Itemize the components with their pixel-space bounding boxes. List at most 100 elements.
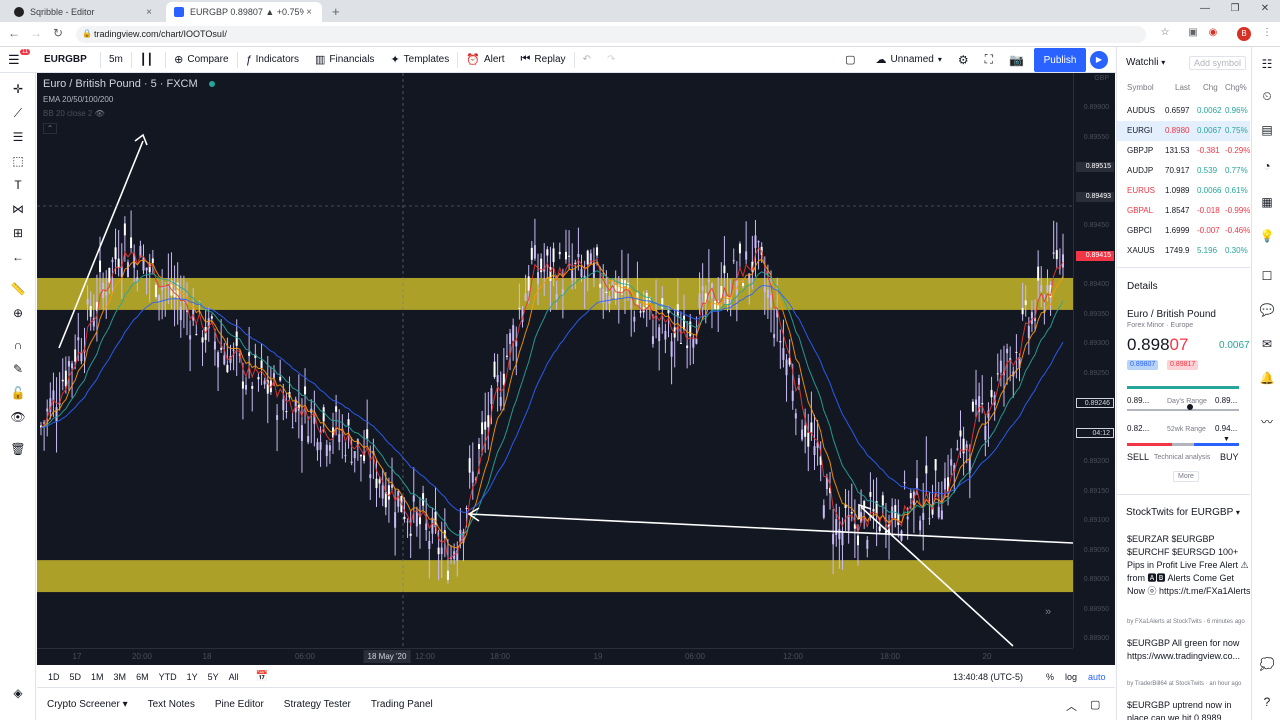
- help-icon[interactable]: ?: [1258, 693, 1276, 711]
- range-button-3m[interactable]: 3M: [109, 672, 132, 682]
- magnet-icon[interactable]: ∩: [8, 335, 28, 355]
- watchlist-row[interactable]: GBPJP 131.53 -0.381 -0.29%: [1117, 141, 1250, 161]
- profile-avatar[interactable]: B: [1237, 27, 1251, 41]
- details-title[interactable]: Details: [1127, 281, 1158, 292]
- main-menu-button[interactable]: ☰ 11: [0, 47, 36, 73]
- interval-button[interactable]: 5m: [101, 47, 131, 73]
- watchlist-row[interactable]: XAUUS 1749.9 5.196 0.30%: [1117, 241, 1250, 261]
- new-tab-button[interactable]: +: [332, 4, 340, 19]
- panel-tab-strategy-tester[interactable]: Strategy Tester: [274, 699, 361, 710]
- watchlist-row[interactable]: GBPAL 1.8547 -0.018 -0.99%: [1117, 201, 1250, 221]
- crosshair-icon[interactable]: ✛: [8, 79, 28, 99]
- ideas-lightbulb-icon[interactable]: 💡: [1258, 227, 1276, 245]
- url-field[interactable]: 🔒 tradingview.com/chart/IOOTOsuI/: [76, 26, 1146, 43]
- object-tree-icon[interactable]: ◈: [8, 683, 28, 703]
- chats-private-icon[interactable]: ✉: [1258, 335, 1276, 353]
- back-icon[interactable]: ←: [6, 26, 22, 40]
- price-chart-svg[interactable]: [37, 73, 1073, 648]
- time-scale[interactable]: 17 20:00 18 06:00 18 May '20 12:00 18:00 19 06:0…: [37, 648, 1073, 665]
- maximize-panel-icon[interactable]: ▢: [1090, 698, 1100, 711]
- col-chg-percent[interactable]: Chg%: [1225, 83, 1247, 92]
- hotlist-icon[interactable]: ◔: [1258, 157, 1276, 175]
- col-chg[interactable]: Chg: [1203, 83, 1218, 92]
- forward-icon[interactable]: →: [28, 26, 44, 40]
- chart-style-button[interactable]: ┃┃: [132, 47, 165, 73]
- legend-bb[interactable]: BB 20 close 2 👁: [43, 109, 215, 118]
- ask-pill[interactable]: 0.89817: [1167, 360, 1199, 370]
- clock-readout[interactable]: 13:40:48 (UTC-5): [953, 672, 1023, 682]
- close-window-icon[interactable]: ✕: [1250, 3, 1280, 14]
- templates-button[interactable]: ✦ Templates: [382, 47, 457, 73]
- col-symbol[interactable]: Symbol: [1127, 83, 1154, 92]
- alert-button[interactable]: ⏰ Alert: [458, 47, 512, 73]
- go-to-date-icon[interactable]: 📅: [256, 671, 268, 682]
- fib-retracement-icon[interactable]: ☰: [8, 127, 28, 147]
- panel-tab-text-notes[interactable]: Text Notes: [138, 699, 205, 710]
- range-button-5y[interactable]: 5Y: [203, 672, 224, 682]
- range-button-1d[interactable]: 1D: [43, 672, 65, 682]
- bookmark-star-icon[interactable]: ☆: [1158, 27, 1172, 41]
- trading-panel-icon[interactable]: 〰: [1258, 413, 1276, 431]
- stocktwits-post[interactable]: $EURZAR $EURGBP $EURCHF $EURSGD 100+ Pip…: [1127, 533, 1250, 598]
- percent-scale-toggle[interactable]: %: [1046, 672, 1054, 682]
- data-window-icon[interactable]: ▤: [1258, 121, 1276, 139]
- extension-red-icon[interactable]: ◉: [1206, 27, 1220, 41]
- ruler-icon[interactable]: 📏: [8, 279, 28, 299]
- bid-pill[interactable]: 0.89807: [1127, 360, 1159, 370]
- browser-menu-icon[interactable]: ⋮: [1260, 27, 1274, 41]
- watchlist-row[interactable]: GBPCI 1.6999 -0.007 -0.46%: [1117, 221, 1250, 241]
- back-arrow-icon[interactable]: ←: [8, 247, 28, 267]
- streams-icon[interactable]: ☐: [1258, 267, 1276, 285]
- stocktwits-post[interactable]: $EURGBP All green for now https://www.tr…: [1127, 637, 1250, 663]
- watchlist-row[interactable]: EURUS 1.0989 0.0066 0.61%: [1117, 181, 1250, 201]
- log-scale-toggle[interactable]: log: [1065, 672, 1077, 682]
- minimize-window-icon[interactable]: —: [1190, 3, 1220, 14]
- settings-button[interactable]: ⚙: [950, 47, 977, 73]
- publish-button[interactable]: Publish: [1034, 48, 1086, 72]
- text-tool-icon[interactable]: T: [8, 175, 28, 195]
- calendar-icon[interactable]: ▦: [1258, 193, 1276, 211]
- replay-button[interactable]: ⏮ Replay: [513, 47, 574, 73]
- compare-button[interactable]: ⊕ Compare: [166, 47, 236, 73]
- fullscreen-button[interactable]: ⛶: [977, 47, 1001, 73]
- range-button-all[interactable]: All: [224, 672, 244, 682]
- add-symbol-button[interactable]: Add symbol: [1189, 56, 1247, 70]
- prediction-icon[interactable]: ⊞: [8, 223, 28, 243]
- extension-icon[interactable]: ▣: [1186, 27, 1200, 41]
- trash-icon[interactable]: 🗑: [8, 439, 28, 459]
- alerts-clock-icon[interactable]: ⏲: [1258, 87, 1276, 105]
- collapse-legend-icon[interactable]: ⌃: [43, 123, 57, 134]
- layout-name-button[interactable]: ☁ Unnamed ▾: [868, 47, 950, 73]
- trend-line-icon[interactable]: ⟋: [8, 103, 28, 123]
- range-button-6m[interactable]: 6M: [131, 672, 154, 682]
- range-button-1y[interactable]: 1Y: [182, 672, 203, 682]
- col-last[interactable]: Last: [1175, 83, 1190, 92]
- buy-label[interactable]: BUY: [1220, 452, 1239, 462]
- restore-window-icon[interactable]: ❐: [1220, 3, 1250, 14]
- zoom-in-icon[interactable]: ⊕: [8, 303, 28, 323]
- chat-icon[interactable]: 💬: [1258, 301, 1276, 319]
- range-button-ytd[interactable]: YTD: [154, 672, 182, 682]
- legend-ema[interactable]: EMA 20/50/100/200: [43, 95, 215, 104]
- xabcd-pattern-icon[interactable]: ⋈: [8, 199, 28, 219]
- panel-tab-pine-editor[interactable]: Pine Editor: [205, 699, 274, 710]
- range-button-5d[interactable]: 5D: [65, 672, 87, 682]
- panel-tab-crypto-screener[interactable]: Crypto Screener ▾: [37, 699, 138, 710]
- stocktwits-title[interactable]: StockTwits for EURGBP ▾: [1126, 507, 1240, 518]
- live-stream-button[interactable]: ▶: [1090, 51, 1108, 69]
- redo-button[interactable]: ↷: [599, 47, 623, 73]
- chat-bubble-icon[interactable]: 💭: [1258, 655, 1276, 673]
- scroll-to-realtime-icon[interactable]: »: [1045, 606, 1051, 618]
- watchlist-list-icon[interactable]: ☷: [1258, 55, 1276, 73]
- panel-tab-trading-panel[interactable]: Trading Panel: [361, 699, 443, 710]
- browser-tab-tradingview[interactable]: EURGBP 0.89807 ▲ +0.75% Unn ×: [166, 2, 322, 22]
- close-tab-icon[interactable]: ×: [304, 7, 314, 18]
- show-hide-eye-icon[interactable]: 👁: [8, 407, 28, 427]
- undo-button[interactable]: ↶: [575, 47, 599, 73]
- browser-tab-sqribble[interactable]: Sqribble - Editor ×: [6, 2, 162, 22]
- layout-select-button[interactable]: ▢: [837, 47, 867, 73]
- stocktwits-post[interactable]: $EURGBP uptrend now in place can we hit …: [1127, 699, 1250, 720]
- watchlist-title[interactable]: Watchli ▾: [1126, 57, 1165, 68]
- notifications-bell-icon[interactable]: 🔔: [1258, 369, 1276, 387]
- collapse-panel-icon[interactable]: ︿: [1066, 698, 1077, 714]
